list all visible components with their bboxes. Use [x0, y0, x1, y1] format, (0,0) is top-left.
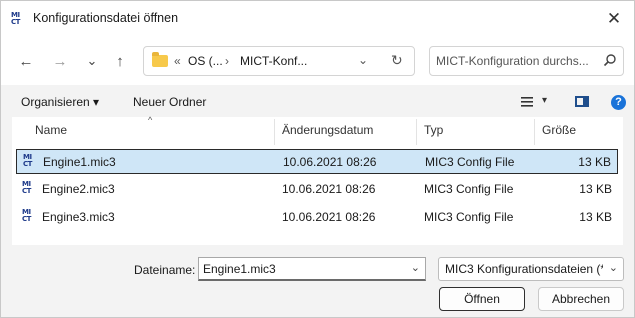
- file-type: MIC3 Config File: [424, 210, 514, 224]
- open-button[interactable]: Öffnen: [439, 287, 525, 311]
- column-header-name[interactable]: Name: [35, 117, 67, 145]
- column-divider[interactable]: [534, 119, 535, 145]
- filename-input[interactable]: Engine1.mic3 ⌄: [198, 257, 426, 281]
- chevron-down-icon: ⌄: [86, 53, 98, 68]
- column-divider[interactable]: [274, 119, 275, 145]
- recent-locations-button[interactable]: ⌄: [81, 50, 103, 72]
- path-separator[interactable]: ›: [225, 54, 229, 68]
- up-button[interactable]: ↑: [109, 50, 131, 72]
- filetype-dropdown-icon[interactable]: ⌄: [609, 261, 618, 274]
- refresh-icon[interactable]: ↻: [391, 52, 403, 69]
- window-title: Konfigurationsdatei öffnen: [33, 11, 179, 25]
- cancel-button[interactable]: Abbrechen: [538, 287, 624, 311]
- filename-dropdown-icon[interactable]: ⌄: [411, 261, 420, 274]
- filename-label: Dateiname:: [134, 263, 196, 277]
- back-button[interactable]: ←: [15, 50, 37, 72]
- file-date: 10.06.2021 08:26: [282, 182, 376, 196]
- address-dropdown-icon[interactable]: ⌄: [358, 53, 368, 67]
- view-options-icon[interactable]: [521, 97, 533, 107]
- dialog-footer: Dateiname: Engine1.mic3 ⌄ MIC3 Konfigura…: [1, 245, 634, 317]
- file-name: Engine3.mic3: [42, 210, 115, 224]
- path-segment-folder[interactable]: MICT-Konf...: [240, 54, 307, 68]
- file-date: 10.06.2021 08:26: [282, 210, 376, 224]
- file-list: ^ Name Änderungsdatum Typ Größe MI CT Eng…: [12, 115, 623, 245]
- column-header-date[interactable]: Änderungsdatum: [282, 117, 373, 145]
- file-row[interactable]: MI CT Engine2.mic3 10.06.2021 08:26 MIC3 …: [16, 177, 618, 202]
- new-folder-label: Neuer Ordner: [133, 95, 207, 109]
- app-icon: MI CT: [11, 11, 20, 26]
- close-button[interactable]: ✕: [602, 7, 626, 31]
- filetype-value: MIC3 Konfigurationsdateien (*.: [445, 262, 603, 276]
- column-header-size[interactable]: Größe: [542, 117, 576, 145]
- organize-button[interactable]: Organisieren ▾: [21, 95, 99, 109]
- search-box[interactable]: MICT-Konfiguration durchs...: [429, 46, 624, 76]
- path-segment-drive[interactable]: OS (...: [188, 54, 223, 68]
- path-overflow[interactable]: «: [174, 54, 181, 68]
- mic3-file-icon: MI CT: [22, 180, 31, 195]
- column-divider[interactable]: [416, 119, 417, 145]
- title-bar: MI CT Konfigurationsdatei öffnen ✕: [1, 1, 634, 37]
- file-date: 10.06.2021 08:26: [283, 155, 377, 169]
- mic3-file-icon: MI CT: [23, 153, 32, 168]
- open-file-dialog: MI CT Konfigurationsdatei öffnen ✕ ← → ⌄ …: [0, 0, 635, 318]
- file-size: 13 KB: [579, 210, 612, 224]
- organize-label: Organisieren: [21, 95, 90, 109]
- filetype-select[interactable]: MIC3 Konfigurationsdateien (*. ⌄: [438, 257, 624, 281]
- file-row[interactable]: MI CT Engine3.mic3 10.06.2021 08:26 MIC3 …: [16, 205, 618, 230]
- mic3-file-icon: MI CT: [22, 208, 31, 223]
- address-bar[interactable]: « OS (... › MICT-Konf... ⌄ ↻: [143, 46, 415, 76]
- file-name: Engine1.mic3: [43, 155, 116, 169]
- forward-arrow-icon: →: [52, 52, 68, 70]
- file-type: MIC3 Config File: [425, 155, 515, 169]
- help-icon[interactable]: ?: [611, 95, 626, 110]
- sort-ascending-icon: ^: [148, 115, 153, 125]
- navigation-bar: ← → ⌄ ↑ « OS (... › MICT-Konf... ⌄ ↻ MIC…: [1, 37, 634, 85]
- preview-pane-icon[interactable]: [575, 96, 589, 107]
- search-icon[interactable]: [603, 53, 617, 67]
- folder-icon: [152, 52, 168, 67]
- close-icon: ✕: [606, 9, 622, 28]
- back-arrow-icon: ←: [18, 52, 34, 70]
- forward-button[interactable]: →: [49, 50, 71, 72]
- view-dropdown-icon[interactable]: ▾: [542, 95, 547, 106]
- command-bar: Organisieren ▾ Neuer Ordner ▾ ?: [1, 85, 634, 117]
- filename-value[interactable]: Engine1.mic3: [203, 262, 276, 276]
- search-input[interactable]: MICT-Konfiguration durchs...: [436, 54, 598, 68]
- up-arrow-icon: ↑: [116, 52, 124, 70]
- new-folder-button[interactable]: Neuer Ordner: [133, 95, 206, 109]
- file-size: 13 KB: [578, 155, 611, 169]
- column-header-type[interactable]: Typ: [424, 117, 443, 145]
- file-size: 13 KB: [579, 182, 612, 196]
- file-type: MIC3 Config File: [424, 182, 514, 196]
- file-name: Engine2.mic3: [42, 182, 115, 196]
- organize-dropdown-icon: ▾: [93, 95, 100, 109]
- file-row[interactable]: MI CT Engine1.mic3 10.06.2021 08:26 MIC3 …: [16, 149, 618, 174]
